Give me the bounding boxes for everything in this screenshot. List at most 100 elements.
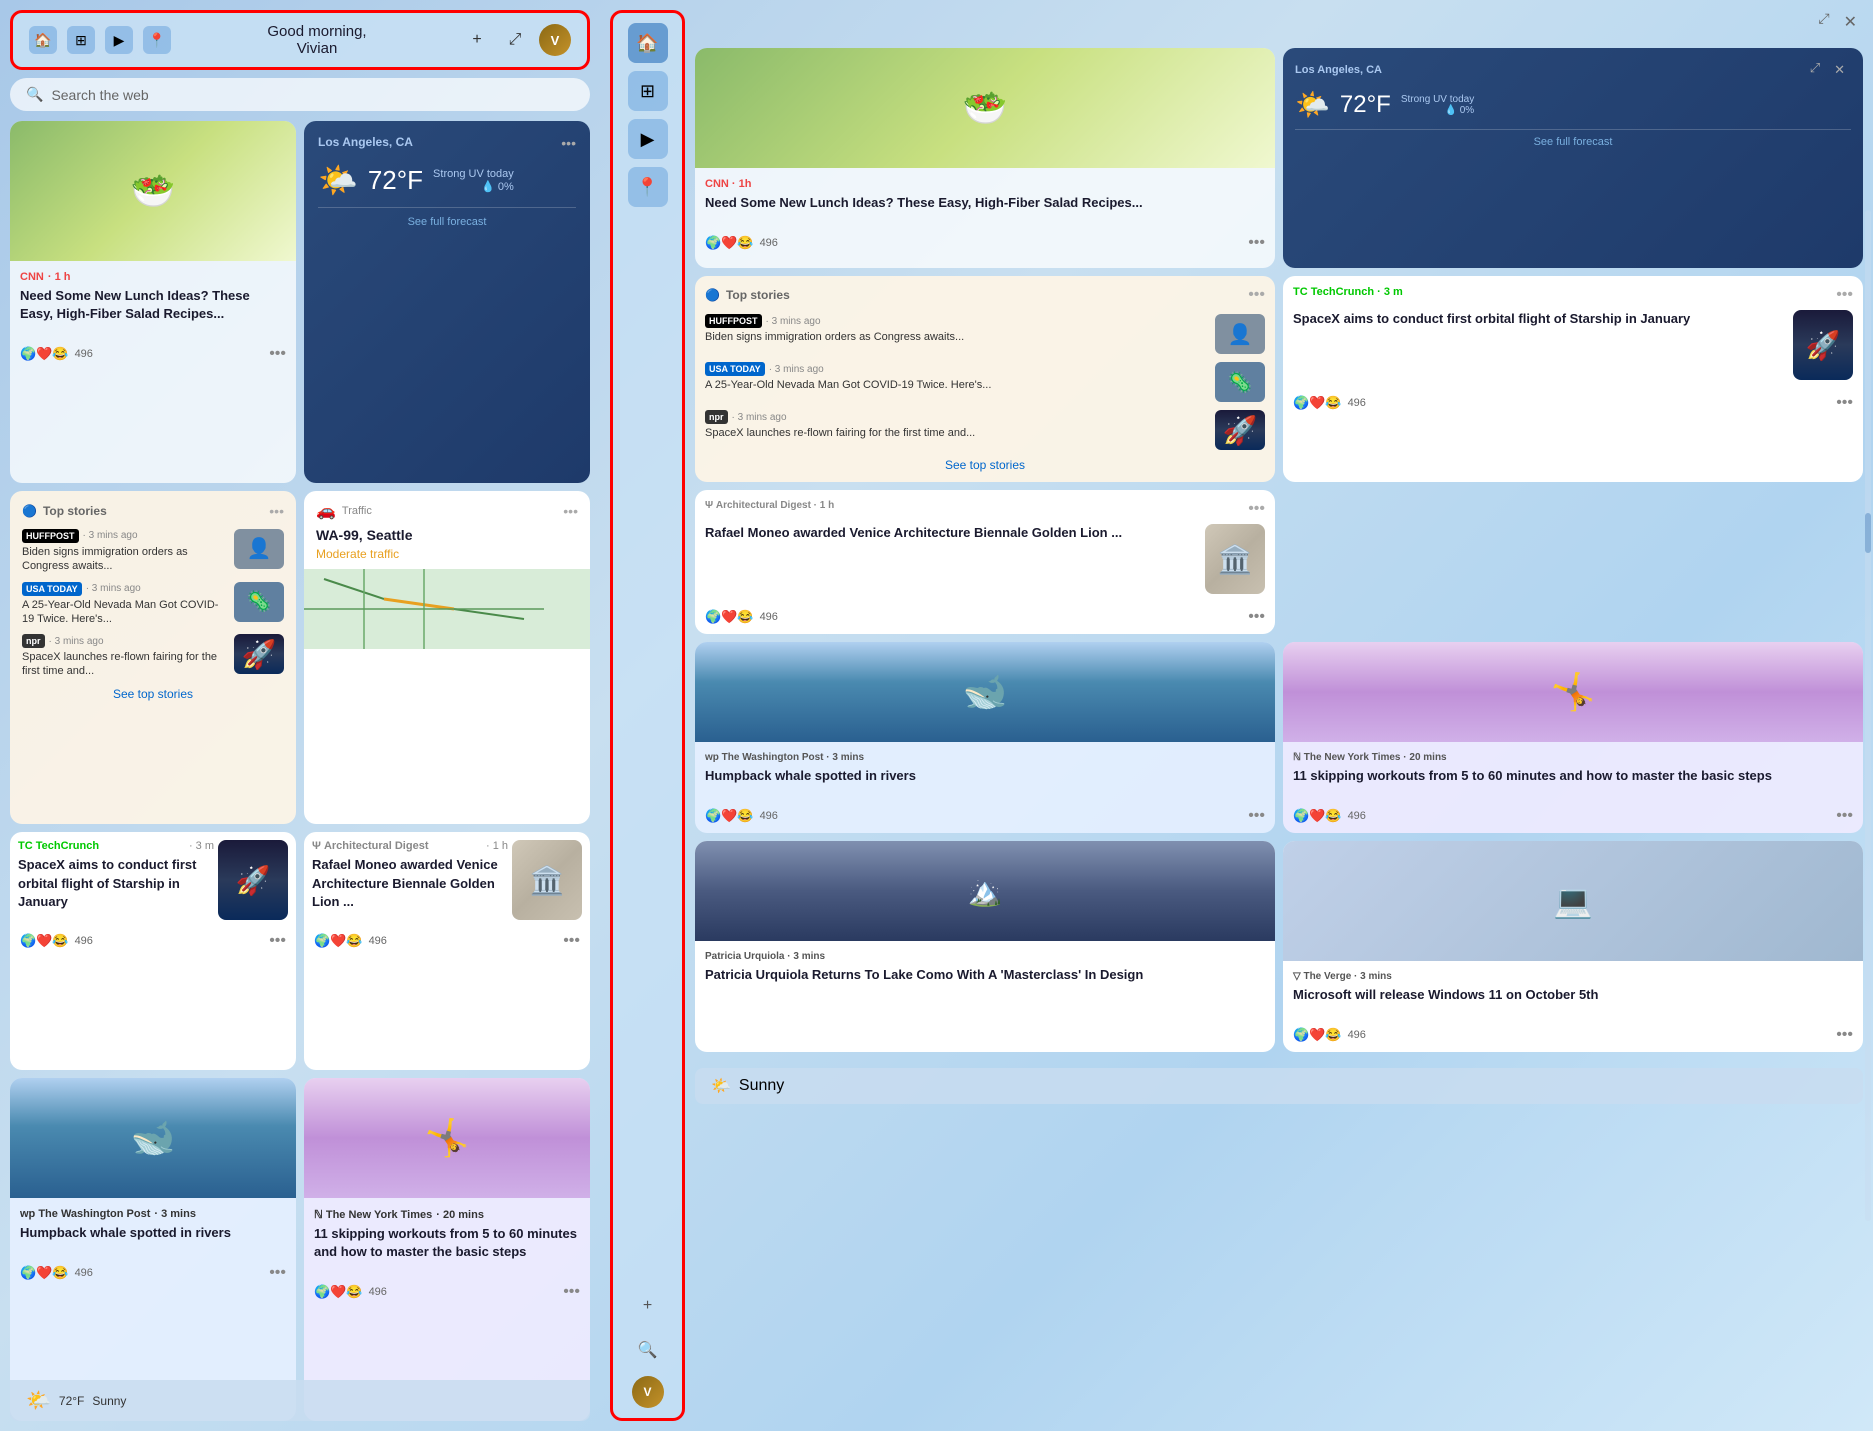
- right-weather-card[interactable]: Los Angeles, CA ⤢ ✕ 🌤️ 72°F Strong UV to…: [1283, 48, 1863, 268]
- right-arch-more2-button[interactable]: •••: [1248, 608, 1265, 626]
- right-tc-more2-button[interactable]: •••: [1836, 394, 1853, 412]
- right-arch-card[interactable]: Ψ Architectural Digest · 1 h ••• Rafael …: [695, 490, 1275, 634]
- nyt-source: ℕ The New York Times · 20 mins: [314, 1208, 580, 1221]
- sidebar-plus-button[interactable]: +: [630, 1288, 666, 1324]
- cnn-article-card[interactable]: 🥗 CNN · 1 h Need Some New Lunch Ideas? T…: [10, 121, 296, 483]
- traffic-more-button[interactable]: •••: [563, 503, 578, 519]
- weather-more-button[interactable]: •••: [561, 135, 576, 151]
- right-sidebar: 🏠 ⊞ ▶ 📍 + 🔍 V: [610, 10, 685, 1421]
- right-nyt-workout-image: 🤸: [1283, 642, 1863, 742]
- right-bottom-bar: 🌤️ Sunny: [695, 1068, 1863, 1104]
- stories-more-button[interactable]: •••: [269, 503, 284, 519]
- cnn-more-button[interactable]: •••: [269, 345, 286, 363]
- right-nyt-workout-card[interactable]: 🤸 ℕ The New York Times · 20 mins 11 skip…: [1283, 642, 1863, 833]
- add-button[interactable]: +: [463, 26, 491, 54]
- tc-card-inner: TC TechCrunch · 3 m SpaceX aims to condu…: [10, 832, 296, 928]
- traffic-card[interactable]: 🚗 Traffic ••• WA-99, Seattle Moderate tr…: [304, 491, 590, 824]
- right-story-item[interactable]: USA TODAY · 3 mins ago A 25-Year-Old Nev…: [705, 362, 1265, 402]
- grid-icon[interactable]: ⊞: [67, 26, 95, 54]
- reaction-emoji: 🌍❤️😂: [314, 933, 363, 949]
- story-text-block: npr · 3 mins ago SpaceX launches re-flow…: [705, 410, 1207, 440]
- right-wp-whale-card[interactable]: 🐋 wp The Washington Post · 3 mins Humpba…: [695, 642, 1275, 833]
- story-item[interactable]: npr · 3 mins ago SpaceX launches re-flow…: [22, 634, 284, 679]
- right-stories-more-button[interactable]: •••: [1248, 286, 1265, 304]
- right-wp-title: Humpback whale spotted in rivers: [705, 767, 1265, 785]
- right-top-stories-card[interactable]: 🔵 Top stories ••• HUFFPOST · 3 mins ago …: [695, 276, 1275, 482]
- sidebar-avatar[interactable]: V: [632, 1376, 664, 1408]
- right-expand-button[interactable]: ⤢: [1818, 10, 1829, 34]
- story-text: SpaceX launches re-flown fairing for the…: [705, 426, 1207, 440]
- sidebar-video-icon[interactable]: ▶: [628, 119, 668, 159]
- weather-forecast-link[interactable]: See full forecast: [318, 207, 576, 228]
- story-time: · 3 mins ago: [732, 412, 787, 423]
- weather-card[interactable]: Los Angeles, CA ••• 🌤️ 72°F Strong UV to…: [304, 121, 590, 483]
- story-text-block: npr · 3 mins ago SpaceX launches re-flow…: [22, 634, 226, 679]
- cnn-title: Need Some New Lunch Ideas? These Easy, H…: [20, 287, 286, 323]
- right-stories-title: 🔵 Top stories: [705, 288, 790, 302]
- wp-whale-card[interactable]: 🐋 wp The Washington Post · 3 mins Humpba…: [10, 1078, 296, 1421]
- wp-source: wp The Washington Post · 3 mins: [20, 1208, 286, 1220]
- right-weather-forecast[interactable]: See full forecast: [1295, 129, 1851, 148]
- sidebar-zoom-icon[interactable]: 🔍: [630, 1332, 666, 1368]
- right-weather-main: 🌤️ 72°F Strong UV today 💧 0%: [1295, 88, 1851, 121]
- cnn-footer: 🌍❤️😂 496 •••: [10, 341, 296, 371]
- reaction-emoji: 🌍❤️😂: [705, 609, 754, 625]
- story-item[interactable]: HUFFPOST · 3 mins ago Biden signs immigr…: [22, 529, 284, 574]
- scroll-thumb[interactable]: [1865, 513, 1871, 553]
- techcrunch-card[interactable]: TC TechCrunch · 3 m SpaceX aims to condu…: [10, 832, 296, 1070]
- right-arch-more-button[interactable]: •••: [1248, 500, 1265, 518]
- story-item[interactable]: USA TODAY · 3 mins ago A 25-Year-Old Nev…: [22, 582, 284, 627]
- right-patricia-card[interactable]: 🏔️ Patricia Urquiola · 3 mins Patricia U…: [695, 841, 1275, 1052]
- right-cnn-card[interactable]: 🥗 CNN · 1h Need Some New Lunch Ideas? Th…: [695, 48, 1275, 268]
- arch-source: Ψ Architectural Digest: [312, 840, 428, 852]
- right-nyt-reactions: 🌍❤️😂 496: [1293, 808, 1366, 824]
- home-icon[interactable]: 🏠: [29, 26, 57, 54]
- location-icon[interactable]: 📍: [143, 26, 171, 54]
- right-arch-content: Ψ Architectural Digest · 1 h ••• Rafael …: [695, 490, 1275, 604]
- sidebar-grid-icon[interactable]: ⊞: [628, 71, 668, 111]
- nyt-more-button[interactable]: •••: [563, 1283, 580, 1301]
- right-verge-card[interactable]: 💻 ▽ The Verge · 3 mins Microsoft will re…: [1283, 841, 1863, 1052]
- right-nyt-more-button[interactable]: •••: [1836, 807, 1853, 825]
- right-techcrunch-card[interactable]: TC TechCrunch · 3 m ••• SpaceX aims to c…: [1283, 276, 1863, 482]
- traffic-label: Traffic: [342, 505, 372, 517]
- wp-more-button[interactable]: •••: [269, 1264, 286, 1282]
- right-story-item[interactable]: HUFFPOST · 3 mins ago Biden signs immigr…: [705, 314, 1265, 354]
- right-close-button[interactable]: ✕: [1838, 10, 1863, 34]
- video-icon[interactable]: ▶: [105, 26, 133, 54]
- avatar[interactable]: V: [539, 24, 571, 56]
- story-thumbnail: 🦠: [234, 582, 284, 622]
- right-tc-source: TC TechCrunch · 3 m: [1293, 286, 1403, 304]
- tc-more-button[interactable]: •••: [269, 932, 286, 950]
- weather-close-button[interactable]: ✕: [1828, 60, 1851, 80]
- right-top-bar: ⤢ ✕: [695, 10, 1863, 34]
- story-time: · 3 mins ago: [86, 583, 141, 594]
- right-cnn-more-button[interactable]: •••: [1248, 234, 1265, 252]
- story-text-block: HUFFPOST · 3 mins ago Biden signs immigr…: [705, 314, 1207, 344]
- sidebar-home-icon[interactable]: 🏠: [628, 23, 668, 63]
- sidebar-location-icon[interactable]: 📍: [628, 167, 668, 207]
- right-verge-more-button[interactable]: •••: [1836, 1026, 1853, 1044]
- right-story-item[interactable]: npr · 3 mins ago SpaceX launches re-flow…: [705, 410, 1265, 450]
- top-stories-card[interactable]: 🔵 Top stories ••• HUFFPOST · 3 mins ago …: [10, 491, 296, 824]
- see-top-stories-link[interactable]: See top stories: [22, 687, 284, 701]
- weather-expand-button[interactable]: ⤢: [1810, 60, 1820, 80]
- right-tc-more-button[interactable]: •••: [1836, 286, 1853, 304]
- cnn-reactions: 🌍❤️😂 496: [20, 346, 93, 362]
- arch-more-button[interactable]: •••: [563, 932, 580, 950]
- traffic-status: Moderate traffic: [304, 547, 590, 569]
- reaction-count: 496: [75, 348, 93, 360]
- right-wp-reactions: 🌍❤️😂 496: [705, 808, 778, 824]
- arch-digest-card[interactable]: Ψ Architectural Digest · 1 h Rafael Mone…: [304, 832, 590, 1070]
- nyt-workout-card[interactable]: 🤸 ℕ The New York Times · 20 mins 11 skip…: [304, 1078, 590, 1421]
- scroll-track: [1865, 210, 1871, 1221]
- expand-button[interactable]: ⤢: [501, 26, 529, 54]
- tc-source: TC TechCrunch: [18, 840, 99, 852]
- nyt-reactions: 🌍❤️😂 496: [314, 1284, 387, 1300]
- reaction-count: 496: [760, 237, 778, 249]
- weather-temp: 72°F: [368, 165, 423, 196]
- search-bar[interactable]: 🔍 Search the web: [10, 78, 590, 111]
- right-wp-more-button[interactable]: •••: [1248, 807, 1265, 825]
- story-text: Biden signs immigration orders as Congre…: [22, 545, 226, 574]
- right-see-top-stories[interactable]: See top stories: [705, 458, 1265, 472]
